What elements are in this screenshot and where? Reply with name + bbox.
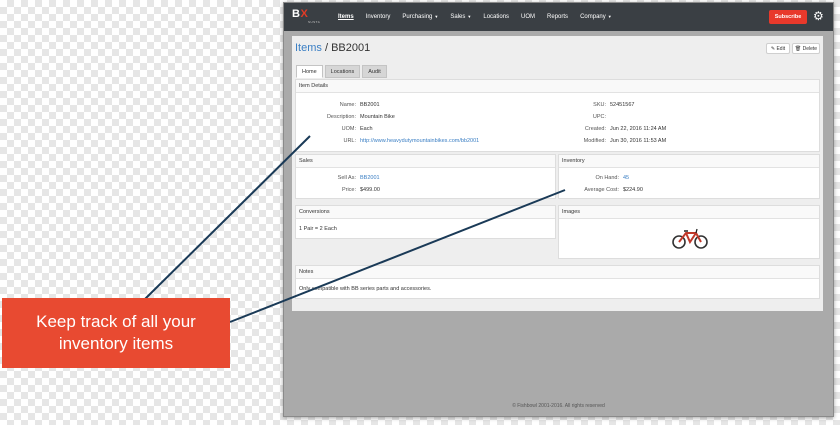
callout-box: Keep track of all your inventory items xyxy=(2,298,230,368)
